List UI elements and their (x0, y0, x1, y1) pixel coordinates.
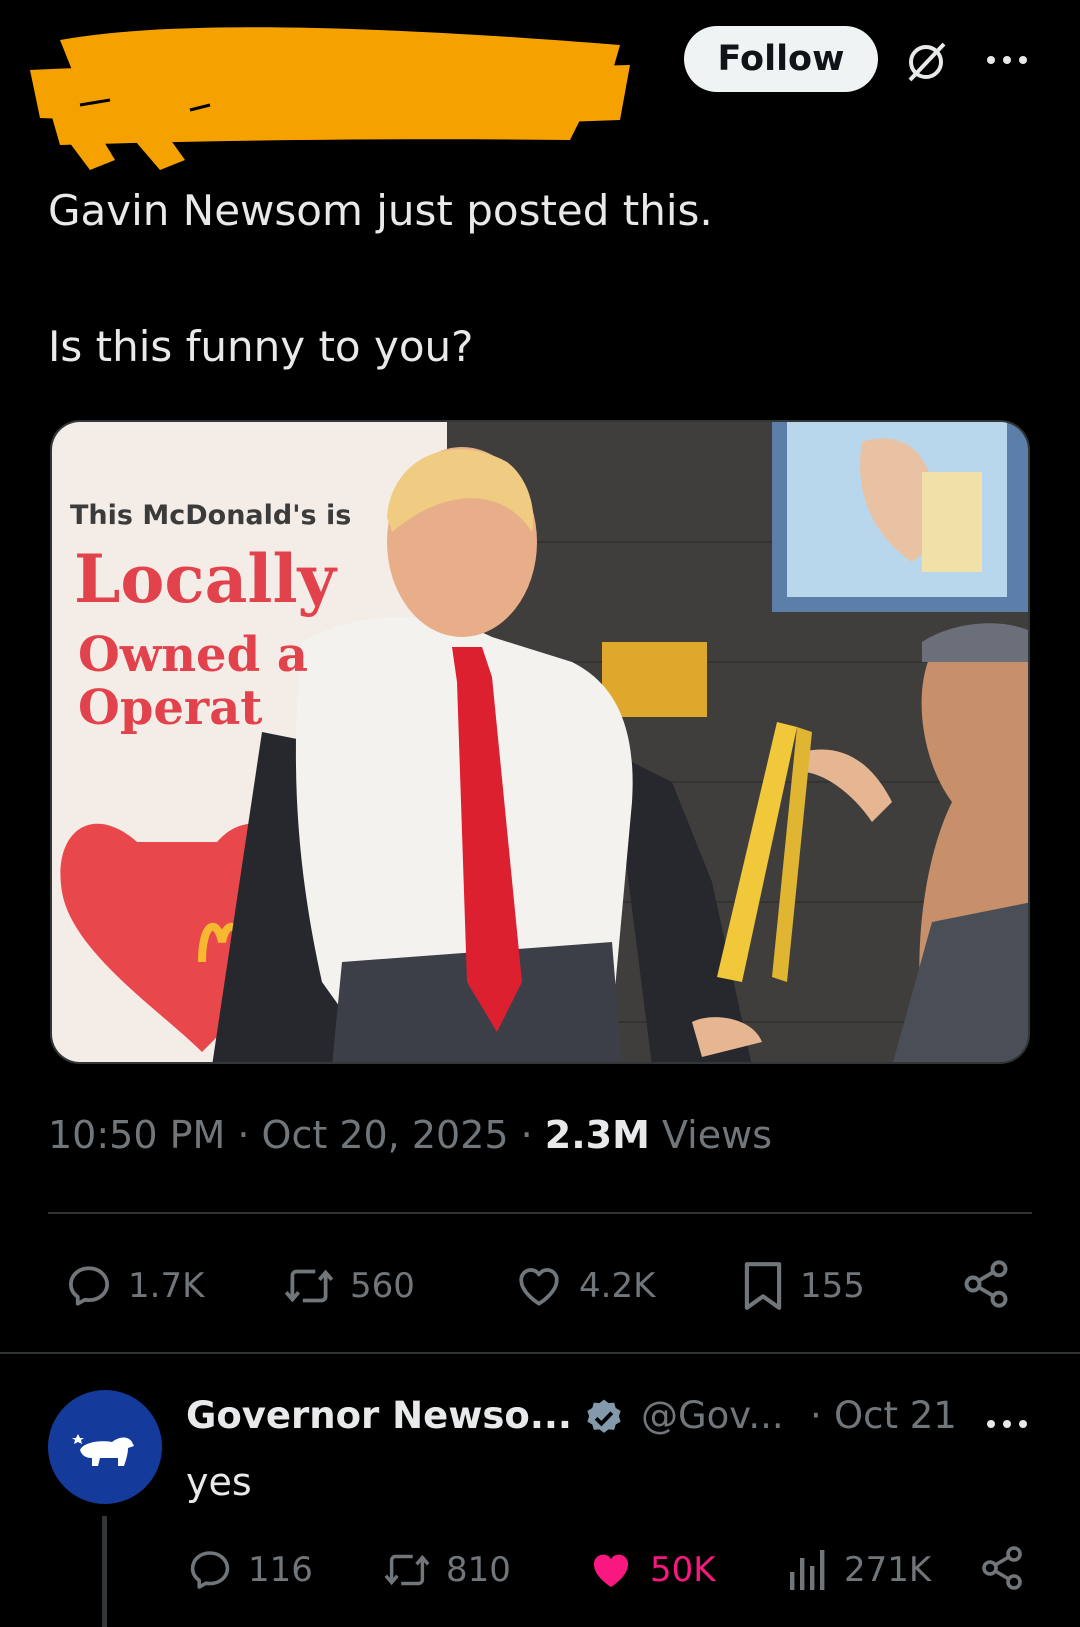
reply-views-button[interactable]: 271K (786, 1546, 931, 1594)
reply-text: yes (186, 1460, 252, 1504)
heart-icon (519, 1268, 559, 1306)
reply-reply-count: 116 (248, 1550, 313, 1590)
reply-date[interactable]: Oct 21 (834, 1394, 957, 1437)
reply-count: 1.7K (128, 1266, 205, 1306)
avatar[interactable] (48, 1390, 162, 1504)
tweet-text-line-1: Gavin Newsom just posted this. (48, 186, 713, 235)
views-label: Views (649, 1113, 772, 1157)
tweet-media[interactable]: This McDonald's is Locally Owned a Opera… (50, 420, 1030, 1064)
poster-text-4: Operat (78, 680, 263, 736)
verified-badge-icon (587, 1399, 621, 1433)
poster-text-3: Owned a (78, 627, 308, 683)
reply-author-name[interactable]: Governor Newso... (186, 1394, 572, 1437)
reply-separator: · (810, 1394, 822, 1437)
reply-author-handle[interactable]: @Gov... (641, 1394, 784, 1437)
reply-button[interactable]: 1.7K (64, 1261, 204, 1311)
reply-repost-count: 810 (446, 1550, 511, 1590)
reply-icon (69, 1266, 109, 1306)
like-button[interactable]: 4.2K (513, 1261, 655, 1311)
poster-text-1: This McDonald's is (70, 500, 352, 531)
bookmark-button[interactable]: 155 (740, 1258, 865, 1314)
repost-count: 560 (350, 1266, 415, 1306)
thread-line (102, 1516, 107, 1627)
meta-separator: · (508, 1113, 545, 1157)
reply-like-button[interactable]: 50K (586, 1546, 716, 1594)
repost-icon (384, 1554, 430, 1586)
divider (0, 1352, 1080, 1354)
tweet-meta: 10:50 PM · Oct 20, 2025 · 2.3M Views (48, 1113, 772, 1157)
poster-text-2: Locally (74, 540, 336, 618)
california-bear-icon (72, 1434, 134, 1466)
bookmark-count: 155 (800, 1266, 865, 1306)
tweet-time[interactable]: 10:50 PM (48, 1113, 225, 1157)
share-icon[interactable] (960, 1258, 1012, 1310)
share-icon[interactable] (978, 1544, 1026, 1592)
more-horizontal-icon[interactable] (983, 1406, 1031, 1442)
views-chart-icon (790, 1550, 825, 1590)
bookmark-icon (744, 1262, 782, 1310)
views-count: 2.3M (544, 1113, 650, 1157)
heart-filled-icon (593, 1554, 629, 1587)
reply-reply-button[interactable]: 116 (186, 1546, 313, 1594)
tweet-text-line-2: Is this funny to you? (48, 322, 474, 371)
repost-button[interactable]: 560 (282, 1261, 415, 1311)
follow-button[interactable]: Follow (684, 26, 878, 92)
grok-slash-icon[interactable] (904, 40, 948, 84)
like-count: 4.2K (579, 1266, 656, 1306)
reply-views-count: 271K (844, 1550, 932, 1590)
redacted-username (30, 27, 630, 170)
meta-separator: · (225, 1113, 262, 1157)
reply-icon (190, 1551, 230, 1589)
repost-icon (284, 1269, 334, 1303)
tweet-date[interactable]: Oct 20, 2025 (262, 1113, 509, 1157)
divider (48, 1212, 1032, 1214)
more-horizontal-icon[interactable] (983, 42, 1031, 78)
reply-like-count: 50K (650, 1550, 716, 1590)
reply-repost-button[interactable]: 810 (382, 1546, 511, 1594)
